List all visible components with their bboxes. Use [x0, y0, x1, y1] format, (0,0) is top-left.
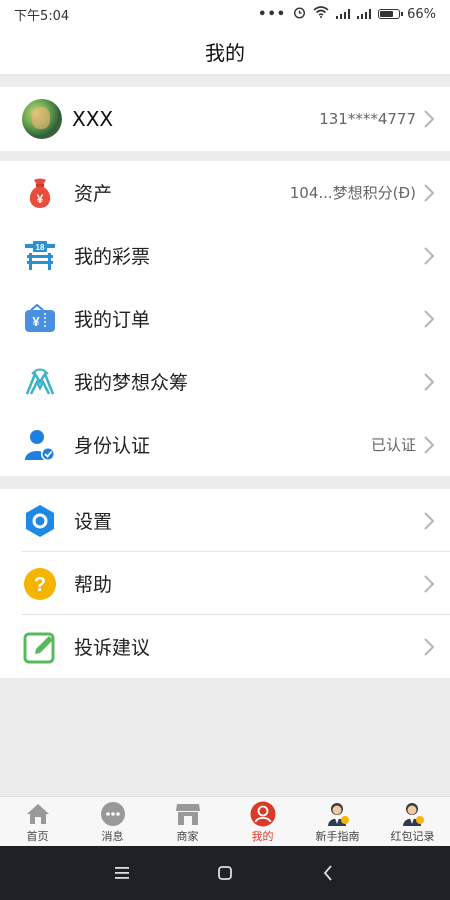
tab-home[interactable]: 首页: [0, 797, 75, 847]
home-square-icon[interactable]: [205, 853, 245, 893]
tab-label: 商家: [176, 829, 199, 843]
menu-item-settings[interactable]: 设置: [0, 489, 450, 552]
menu-item-help[interactable]: ? 帮助: [0, 552, 450, 615]
chevron-right-icon: [422, 308, 436, 330]
avatar: [22, 99, 62, 139]
chevron-right-icon: [422, 108, 436, 130]
menu-item-assets[interactable]: ¥ 资产 104...梦想积分(Đ): [0, 161, 450, 224]
menu-item-my-orders[interactable]: ¥ 我的订单: [0, 287, 450, 350]
tab-mine[interactable]: 我的: [225, 797, 300, 847]
system-navigation-bar: [0, 846, 450, 900]
menu-item-label: 我的订单: [74, 309, 151, 331]
menu-item-label: 身份认证: [74, 435, 151, 457]
profile-icon: [250, 801, 276, 827]
order-ticket-icon: ¥: [22, 301, 58, 337]
svg-text:¥: ¥: [37, 192, 44, 206]
menu-item-label: 设置: [74, 511, 113, 533]
dream-crowdfunding-icon: [22, 364, 58, 400]
page-header: 我的: [0, 28, 450, 74]
profile-card: XXX 131****4777: [0, 87, 450, 151]
page-title: 我的: [205, 40, 245, 65]
svg-text:18: 18: [36, 243, 45, 252]
message-icon: [100, 801, 126, 827]
signal-icon-2: [357, 9, 372, 19]
profile-name: XXX: [72, 107, 114, 131]
tab-label: 消息: [101, 829, 124, 843]
tab-label: 红包记录: [390, 829, 435, 843]
chevron-right-icon: [422, 245, 436, 267]
menu-item-label: 我的彩票: [74, 246, 151, 268]
tab-label: 首页: [26, 829, 49, 843]
back-icon[interactable]: [308, 853, 348, 893]
assets-value: 104...梦想积分(Đ): [289, 184, 416, 202]
profile-phone: 131****4777: [319, 110, 416, 128]
chevron-right-icon: [422, 182, 436, 204]
menu-item-identity-verification[interactable]: 身份认证 已认证: [0, 413, 450, 476]
menu-item-label: 资产: [74, 183, 113, 205]
tab-red-packet-records[interactable]: 红包记录: [375, 797, 450, 847]
battery-icon: [378, 9, 404, 19]
battery-percent: 66%: [407, 6, 436, 22]
chevron-right-icon: [422, 636, 436, 658]
tab-label: 我的: [251, 829, 274, 843]
identity-verified-icon: [22, 427, 58, 463]
tab-messages[interactable]: 消息: [75, 797, 150, 847]
lottery-ticket-icon: 18: [22, 238, 58, 274]
feedback-icon: [22, 629, 58, 665]
menu-item-label: 投诉建议: [74, 637, 151, 659]
tab-beginner-guide[interactable]: 新手指南: [300, 797, 375, 847]
menu-item-label: 我的梦想众筹: [74, 372, 189, 394]
svg-text:¥: ¥: [32, 314, 40, 329]
menu-item-my-lottery[interactable]: 18 我的彩票: [0, 224, 450, 287]
money-bag-icon: ¥: [22, 175, 58, 211]
red-packet-record-icon: [400, 801, 426, 827]
chevron-right-icon: [422, 510, 436, 532]
help-icon: ?: [22, 566, 58, 602]
chevron-right-icon: [422, 371, 436, 393]
wifi-icon: [313, 6, 329, 22]
profile-row[interactable]: XXX 131****4777: [0, 87, 450, 151]
verification-status: 已认证: [370, 436, 416, 454]
guide-icon: [325, 801, 351, 827]
home-icon: [25, 801, 51, 827]
signal-icon-1: [336, 9, 351, 19]
more-dots-icon: •••: [258, 6, 287, 22]
chevron-right-icon: [422, 573, 436, 595]
bottom-tab-bar: 首页 消息 商家 我的 新手指南 红包记录: [0, 796, 450, 847]
menu-icon[interactable]: [102, 853, 142, 893]
status-bar: 下午5:04 ••• 66%: [0, 0, 450, 28]
alarm-icon: [293, 6, 306, 23]
chevron-right-icon: [422, 434, 436, 456]
screen: 下午5:04 ••• 66% 我的 XXX 131****4777 ¥ 资产 1…: [0, 0, 450, 900]
settings-icon: [22, 503, 58, 539]
status-time: 下午5:04: [14, 8, 70, 24]
svg-text:?: ?: [34, 574, 46, 596]
menu-item-feedback[interactable]: 投诉建议: [0, 615, 450, 678]
menu-item-dream-crowdfunding[interactable]: 我的梦想众筹: [0, 350, 450, 413]
store-icon: [175, 801, 201, 827]
menu-item-label: 帮助: [74, 574, 113, 596]
menu-group-assets: ¥ 资产 104...梦想积分(Đ) 18 我的彩票 ¥ 我的订单 我的梦想众筹…: [0, 161, 450, 476]
status-icons: ••• 66%: [258, 6, 436, 23]
tab-store[interactable]: 商家: [150, 797, 225, 847]
menu-group-settings: 设置 ? 帮助 投诉建议: [0, 489, 450, 678]
tab-label: 新手指南: [315, 829, 360, 843]
